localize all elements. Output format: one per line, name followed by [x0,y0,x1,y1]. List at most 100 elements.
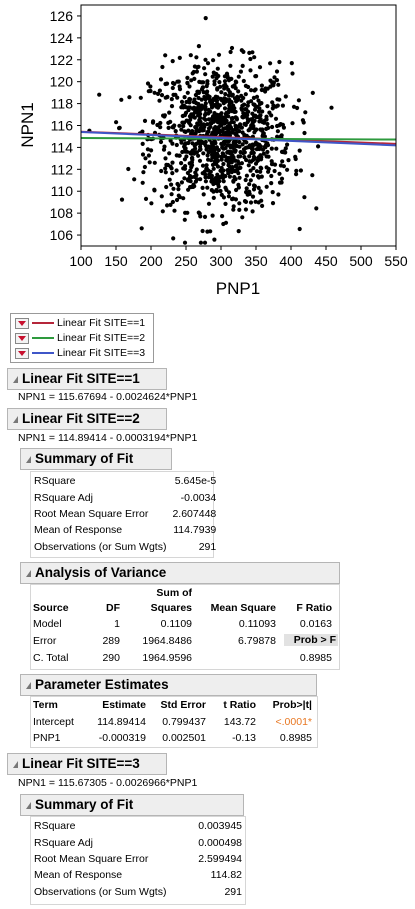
scatter-point [269,146,274,151]
scatter-point [242,121,247,127]
legend-item-site2[interactable]: Linear Fit SITE==2 [15,331,145,345]
table-row: Observations (or Sum Wgts) 291 [34,540,217,553]
scatter-point [281,125,286,130]
scatter-point [236,182,241,187]
disclosure-icon[interactable] [13,760,18,768]
disclosure-icon[interactable] [13,375,18,383]
anova-col-ss-bottom: Squares [150,602,192,614]
scatter-point [231,104,236,109]
scatter-point [188,123,193,128]
scatter-point [201,90,206,95]
scatter-point [267,110,272,115]
legend-swatch-site3 [32,352,54,355]
scatter-point [190,141,195,146]
disclosure-icon[interactable] [26,455,31,463]
scatter-point [171,186,176,191]
scatter-point [237,207,242,212]
scatter-point [250,145,255,150]
scatter-point [215,164,220,169]
section-header-summary-fit3[interactable]: Summary of Fit [20,794,244,816]
scatter-point [145,147,150,152]
scatter-point [275,123,280,129]
y-axis: 106 108 110 112 114 116 118 120 122 124 126 [50,8,81,243]
legend-item-site3[interactable]: Linear Fit SITE==3 [15,346,145,360]
scatter-point [194,55,199,60]
dropdown-icon[interactable] [15,347,29,359]
scatter-point [211,178,216,183]
scatter-point [258,117,263,122]
scatter-point [234,116,239,121]
scatter-point [97,92,102,97]
table-row: RSquare 0.003945 [34,820,242,833]
scatter-point [211,195,216,200]
x-tick-label: 450 [314,253,338,269]
scatter-point [173,129,178,134]
scatter-point [197,158,203,163]
disclosure-icon[interactable] [26,569,31,577]
scatter-point [316,144,321,149]
scatter-point [229,116,234,121]
scatter-point [169,104,175,109]
dropdown-icon[interactable] [15,317,29,329]
y-tick-label: 120 [50,74,74,90]
table-row: Mean of Response 114.82 [34,869,242,882]
scatter-point [169,192,174,197]
scatter-point [227,97,232,102]
scatter-point [227,106,232,111]
scatter-point [232,147,237,152]
scatter-point [298,168,303,173]
scatter-point [257,146,262,152]
scatter-point [213,125,218,130]
scatter-point [179,180,184,185]
section-header-fit2[interactable]: Linear Fit SITE==2 [7,408,167,430]
scatter-point [301,120,306,125]
section-header-summary-fit2[interactable]: Summary of Fit [20,448,172,470]
scatter-point [239,107,245,112]
scatter-point [238,69,243,74]
dropdown-icon[interactable] [15,332,29,344]
scatter-point [172,123,177,128]
scatter-point [160,64,165,70]
scatter-point [169,182,174,187]
scatter-point [215,86,220,91]
scatter-point [203,111,208,116]
scatter-point [183,129,188,134]
legend-swatch-site2 [32,337,54,340]
scatter-point [254,74,259,79]
scatter-point [265,104,270,109]
scatter-point [241,78,246,84]
scatter-point [274,146,279,151]
scatter-point [206,201,212,206]
scatter-point [172,208,177,213]
section-header-anova[interactable]: Analysis of Variance [20,562,340,584]
scatter-point [272,168,277,174]
scatter-point [278,122,283,127]
scatter-point [277,180,283,185]
section-header-fit1[interactable]: Linear Fit SITE==1 [7,368,167,390]
legend-item-site1[interactable]: Linear Fit SITE==1 [15,316,145,330]
scatter-point [240,142,245,147]
scatter-point [244,173,249,178]
disclosure-icon[interactable] [26,681,31,689]
disclosure-icon[interactable] [26,801,31,809]
legend-label: Linear Fit SITE==3 [57,347,146,359]
scatter-point [273,116,279,121]
summary-table-fit2: RSquare 5.645e-5 RSquare Adj -0.0034 Root … [31,473,219,555]
scatter-point [231,120,236,125]
scatter-point [209,105,215,110]
scatter-point [241,151,246,156]
disclosure-icon[interactable] [13,415,18,423]
x-tick-label: 100 [69,253,93,269]
scatter-point [205,130,210,135]
scatter-point [238,165,243,170]
scatter-point [232,83,237,88]
scatter-point [239,98,244,103]
section-header-params[interactable]: Parameter Estimates [20,674,317,696]
section-header-fit3[interactable]: Linear Fit SITE==3 [7,753,167,775]
scatter-point [314,206,319,211]
scatter-point [127,95,132,100]
scatter-point [169,97,174,102]
scatter-point [200,171,205,176]
scatter-point [176,193,181,198]
scatter-point [195,65,200,70]
